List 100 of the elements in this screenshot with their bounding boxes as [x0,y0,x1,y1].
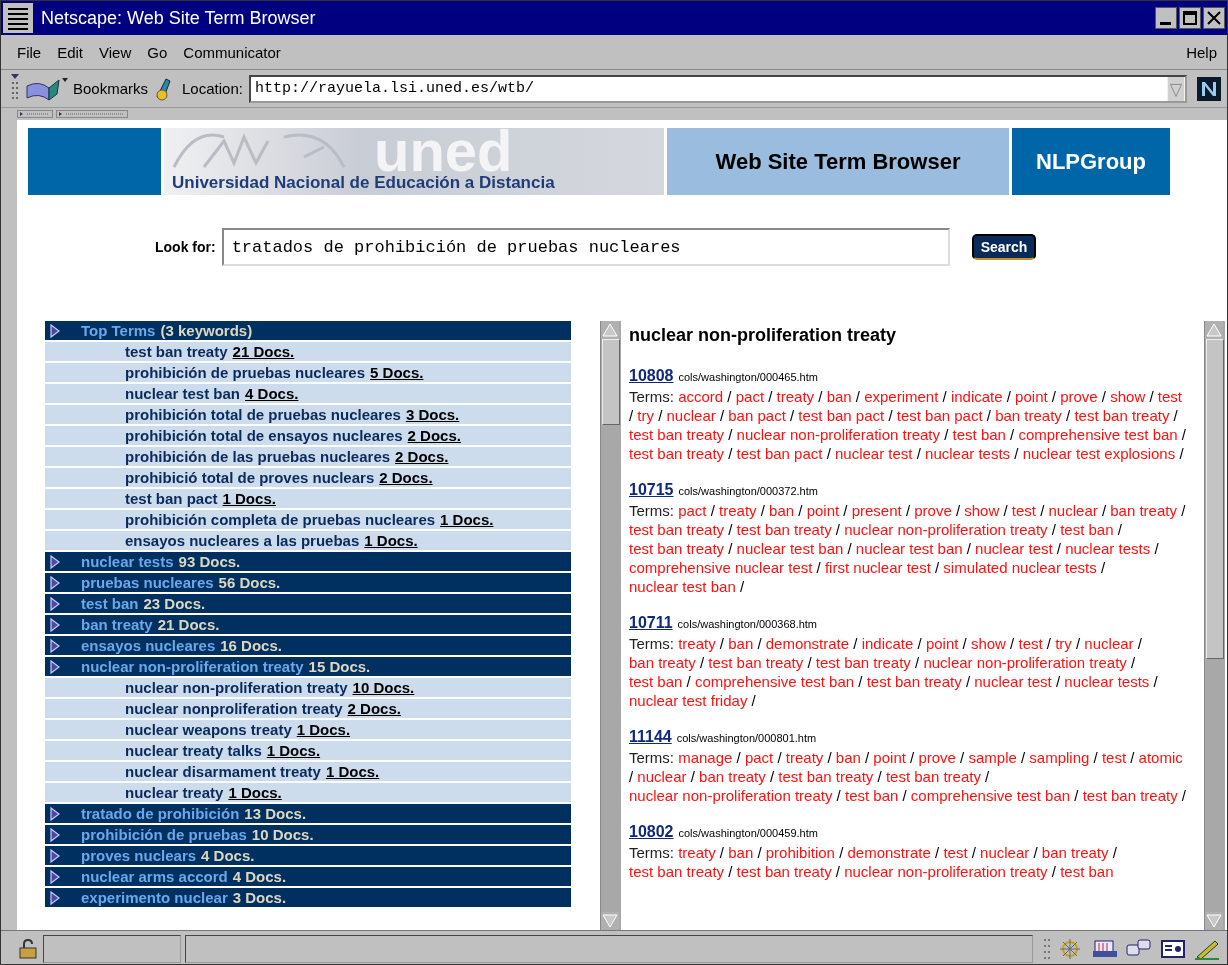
search-button[interactable]: Search [971,234,1037,260]
term-link[interactable]: ban [826,388,852,405]
term-link[interactable]: test ban pact [798,407,885,424]
doc-count-link[interactable]: 2 Docs. [395,448,449,465]
tree-group-row[interactable]: ensayos nucleares 16 Docs. [45,636,571,657]
term-link[interactable]: atomic [1138,749,1183,766]
term-link[interactable]: nuclear test [974,673,1052,690]
doc-count-link[interactable]: 4 Docs. [245,385,299,402]
document-link[interactable]: 10808 [629,366,674,385]
term-link[interactable]: test ban [1060,863,1114,880]
doc-count-link[interactable]: 1 Docs. [325,763,380,780]
term-link[interactable]: treaty [776,388,815,405]
term-link[interactable]: point [925,635,959,652]
document-link[interactable]: 10802 [629,822,674,841]
doc-count-link[interactable]: 1 Docs. [296,721,351,738]
term-link[interactable]: first nuclear test [824,559,931,576]
term-link[interactable]: nuclear non-proliferation treaty [629,787,833,804]
expand-arrow-icon[interactable] [49,658,61,675]
term-link[interactable]: test ban pact [736,445,823,462]
term-link[interactable]: indicate [950,388,1003,405]
term-link[interactable]: present [851,502,902,519]
doc-count-link[interactable]: 5 Docs. [370,364,424,381]
tree-group-row[interactable]: prohibición de pruebas 10 Docs. [45,825,571,846]
term-link[interactable]: sample [968,749,1017,766]
expand-arrow-icon[interactable] [49,637,61,654]
term-link[interactable]: nuclear [1048,502,1098,519]
term-link[interactable]: show [1110,388,1146,405]
toolbar-grip-icon[interactable] [1043,936,1051,961]
document-link[interactable]: 11144 [629,727,672,746]
term-link[interactable]: ban treaty [995,407,1062,424]
term-link[interactable]: test ban treaty [1082,787,1178,804]
term-link[interactable]: nuclear non-proliferation treaty [923,654,1127,671]
term-link[interactable]: test [1101,749,1127,766]
term-link[interactable]: test ban treaty [629,521,725,538]
term-link[interactable]: test ban [1060,521,1114,538]
doc-count-link[interactable]: 1 Docs. [440,511,494,528]
expand-arrow-icon[interactable] [49,826,61,843]
term-link[interactable]: nuclear non-proliferation treaty [844,863,1048,880]
expand-arrow-icon[interactable] [49,595,61,612]
doc-count-link[interactable]: 21 Docs. [232,343,295,360]
scrollbar[interactable] [600,321,621,930]
term-link[interactable]: test ban treaty [629,863,725,880]
term-link[interactable]: ban [728,635,754,652]
term-link[interactable]: point [1015,388,1048,405]
term-link[interactable]: nuclear tests [1064,673,1150,690]
tree-group-row[interactable]: pruebas nucleares 56 Docs. [45,573,571,594]
term-link[interactable]: test [943,844,968,861]
term-link[interactable]: nuclear test ban [629,578,736,595]
expand-arrow-icon[interactable] [49,322,61,339]
tree-group-row[interactable]: Top Terms (3 keywords) [45,321,571,342]
term-link[interactable]: prove [918,749,956,766]
term-link[interactable]: nuclear tests [925,445,1011,462]
window-menu-icon[interactable] [3,3,33,33]
term-link[interactable]: demonstrate [765,635,850,652]
scrollbar-thumb[interactable] [602,339,620,425]
tree-group-row[interactable]: nuclear non-proliferation treaty 15 Docs. [45,657,571,678]
term-link[interactable]: nuclear test explosions [1022,445,1176,462]
term-link[interactable]: nuclear tests [1065,540,1151,557]
term-link[interactable]: ban pact [728,407,786,424]
term-link[interactable]: nuclear non-proliferation treaty [736,426,941,443]
term-link[interactable]: ban [835,749,861,766]
term-link[interactable]: test [1157,388,1182,405]
term-link[interactable]: ban treaty [629,654,696,671]
term-link[interactable]: nuclear [637,768,687,785]
expand-arrow-icon[interactable] [49,847,61,864]
term-link[interactable]: ban [769,502,795,519]
term-link[interactable]: ban treaty [699,768,766,785]
doc-count-link[interactable]: 2 Docs. [379,469,433,486]
lock-icon[interactable] [17,937,39,960]
term-link[interactable]: treaty [719,502,757,519]
term-link[interactable]: nuclear [1084,635,1134,652]
expand-arrow-icon[interactable] [49,805,61,822]
term-link[interactable]: ban treaty [1041,844,1109,861]
close-icon[interactable] [1203,7,1225,29]
term-link[interactable]: prove [1060,388,1098,405]
menu-item[interactable]: View [93,43,142,61]
term-link[interactable]: nuclear test [835,445,913,462]
term-link[interactable]: test ban treaty [708,654,804,671]
term-link[interactable]: nuclear test ban [736,540,844,557]
minimize-icon[interactable] [1155,7,1177,29]
term-link[interactable]: treaty [678,844,716,861]
expand-arrow-icon[interactable] [49,616,61,633]
term-link[interactable]: test ban treaty [885,768,981,785]
doc-count-link[interactable]: 2 Docs. [347,700,401,717]
term-link[interactable]: simulated nuclear tests [943,559,1097,576]
tree-group-row[interactable]: nuclear tests 93 Docs. [45,552,571,573]
tree-group-row[interactable]: nuclear arms accord 4 Docs. [45,867,571,888]
doc-count-link[interactable]: 1 Docs. [222,490,276,507]
menu-item[interactable]: File [11,43,52,61]
document-link[interactable]: 10711 [629,613,673,632]
term-link[interactable]: comprehensive nuclear test [629,559,813,576]
term-link[interactable]: test ban treaty [629,426,725,443]
term-link[interactable]: indicate [861,635,914,652]
term-link[interactable]: test ban treaty [866,673,962,690]
menu-item[interactable]: Help [1180,43,1227,61]
maximize-icon[interactable] [1179,7,1201,29]
expand-arrow-icon[interactable] [49,553,61,570]
term-link[interactable]: test [1018,635,1043,652]
term-link[interactable]: point [873,749,906,766]
term-link[interactable]: prohibition [765,844,835,861]
